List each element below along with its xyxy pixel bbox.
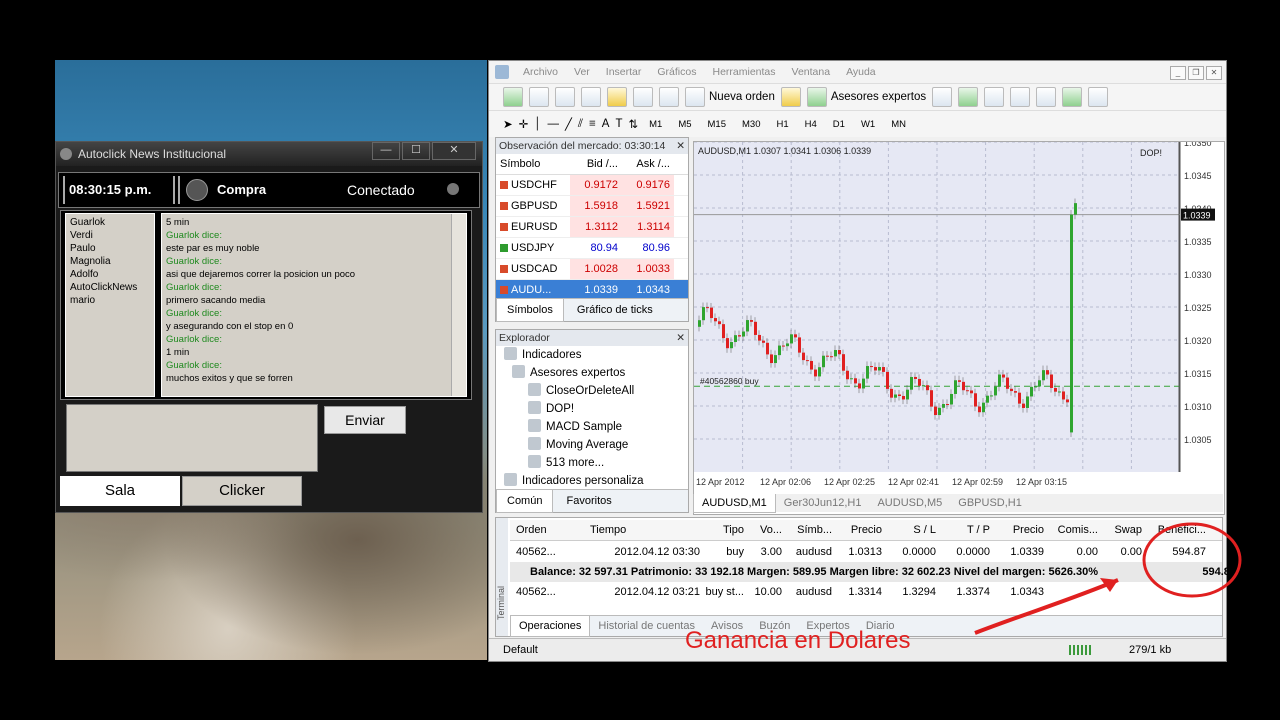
highlight-ellipse [1142,522,1242,598]
annotation-overlay [974,522,1242,635]
arrow-line [974,578,1119,635]
annotation-text: Ganancia en Dolares [685,627,911,654]
